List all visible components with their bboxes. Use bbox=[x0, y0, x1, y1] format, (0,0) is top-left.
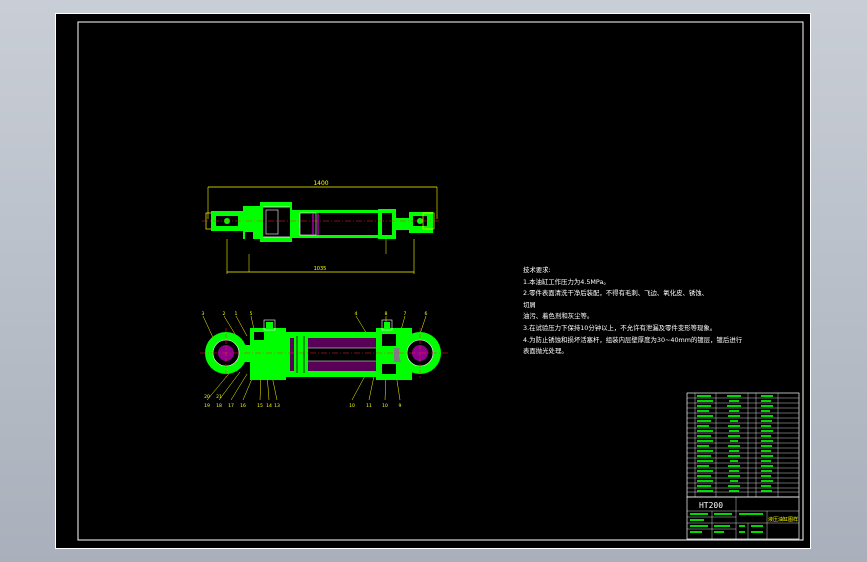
technical-notes: 技术要求: 1.本油缸工作压力为4.5MPa。 2.零件表面清洗干净后装配，不得… bbox=[523, 265, 753, 358]
balloon-7: 7 bbox=[404, 311, 407, 317]
drawing-name: 液压油缸图样 bbox=[768, 516, 798, 523]
balloon-14: 14 bbox=[266, 403, 272, 409]
note-line: 2.零件表面清洗干净后装配，不得有毛刺、飞边、氧化皮、锈蚀、 bbox=[523, 289, 709, 298]
balloon-6: 6 bbox=[425, 311, 428, 317]
note-line: 3.在试验压力下保持10分钟以上，不允许有泄漏及零件变形等现象。 bbox=[523, 323, 717, 332]
drawing-number: HT200 bbox=[699, 501, 723, 510]
note-line: 1.本油缸工作压力为4.5MPa。 bbox=[523, 277, 610, 286]
balloon-5: 5 bbox=[250, 311, 253, 317]
balloon-19: 19 bbox=[204, 403, 210, 409]
balloon-9: 9 bbox=[399, 403, 402, 409]
balloon-1: 1 bbox=[235, 311, 238, 317]
note-line: 4.为防止锈蚀和损坏活塞杆，组装内层壁厚度为30~40mm的镀层，镀后进行 bbox=[523, 335, 743, 344]
balloon-4: 4 bbox=[355, 311, 358, 317]
title-block: HT200 液压油缸图样 bbox=[686, 392, 800, 540]
overall-dimension-label: 1400 bbox=[313, 180, 328, 187]
balloon-20: 20 bbox=[204, 394, 210, 400]
balloon-21: 21 bbox=[216, 394, 222, 400]
cylinder-top-view: 1400 1035 bbox=[202, 180, 441, 274]
note-line: 油污、着色剂和灰尘等。 bbox=[523, 312, 594, 321]
balloon-10a: 10 bbox=[349, 403, 355, 409]
note-line: 切屑 bbox=[523, 300, 536, 309]
balloon-3: 3 bbox=[202, 311, 205, 317]
balloon-10b: 10 bbox=[382, 403, 388, 409]
balloon-8: 8 bbox=[385, 311, 388, 317]
stroke-dimension-label: 1035 bbox=[314, 266, 327, 272]
balloon-17: 17 bbox=[228, 403, 234, 409]
balloon-11: 11 bbox=[366, 403, 372, 409]
cylinder-section-view: 3 2 1 5 4 8 7 6 19 18 17 16 15 14 13 20 … bbox=[200, 311, 448, 409]
notes-title: 技术要求: bbox=[523, 266, 551, 274]
balloon-15: 15 bbox=[257, 403, 263, 409]
drawing-sheet: 1400 1035 3 2 1 5 4 8 7 6 19 18 17 16 15… bbox=[55, 13, 811, 549]
balloon-16: 16 bbox=[240, 403, 246, 409]
balloon-2: 2 bbox=[223, 311, 226, 317]
balloon-18: 18 bbox=[216, 403, 222, 409]
note-line: 表面抛光处理。 bbox=[523, 347, 568, 356]
balloon-13: 13 bbox=[274, 403, 280, 409]
